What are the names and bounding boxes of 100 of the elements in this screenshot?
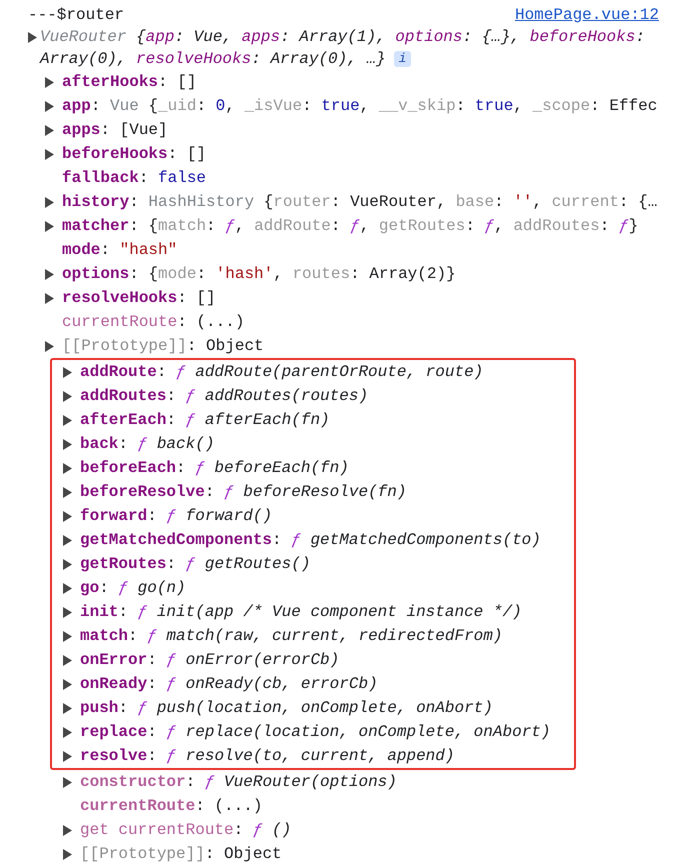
property-value: : ƒ VueRouter(options) [186,772,397,793]
property-value: : Object [204,844,282,865]
expand-arrow-icon[interactable] [45,268,54,280]
expand-arrow-icon[interactable] [45,148,54,160]
property-value: : [] [177,288,216,309]
expand-arrow-icon[interactable] [45,124,54,136]
expand-arrow-icon[interactable] [63,678,72,690]
property-name: addRoutes [80,386,166,407]
expand-arrow-icon[interactable] [63,776,72,788]
expand-arrow-icon[interactable] [63,630,72,642]
property-value: : ƒ match(raw, current, redirectedFrom) [128,626,502,647]
property-value: : ƒ resolve(to, current, append) [147,746,454,767]
property-value: : ƒ afterEach(fn) [166,410,330,431]
property-value: : ƒ beforeResolve(fn) [204,482,406,503]
property-value: : Object [186,336,264,357]
property-value: : ƒ go(n) [99,578,186,599]
expand-arrow-icon[interactable] [63,582,72,594]
property-name: init [80,602,118,623]
property-name: resolve [80,746,148,767]
expand-arrow-icon[interactable] [63,534,72,546]
property-value: : ƒ push(location, onComplete, onAbort) [118,698,493,719]
property-name: history [62,192,130,213]
expand-arrow-icon[interactable] [63,390,72,402]
expand-arrow-icon[interactable] [45,196,54,208]
property-name: afterHooks [62,72,158,93]
property-value: : ƒ getRoutes() [166,554,310,575]
property-name: apps [62,120,100,141]
property-value: : ƒ beforeEach(fn) [176,458,349,479]
property-name: getMatchedComponents [80,530,272,551]
property-value: : "hash" [100,240,178,261]
expand-arrow-icon[interactable] [63,726,72,738]
property-name: beforeEach [80,458,176,479]
property-name: mode [62,240,100,261]
property-value: : ƒ onError(errorCb) [147,650,340,671]
property-name: options [62,264,130,285]
property-value: : [] [158,72,196,93]
property-name: currentRoute [80,796,196,817]
source-link[interactable]: HomePage.vue:12 [514,3,659,27]
expand-arrow-icon[interactable] [63,510,72,522]
expand-arrow-icon[interactable] [63,366,72,378]
property-value: : [Vue] [100,120,168,141]
property-name: afterEach [80,410,166,431]
property-value: : ƒ forward() [147,506,272,527]
expand-arrow-icon[interactable] [45,76,54,88]
expand-arrow-icon[interactable] [63,848,72,860]
expand-arrow-icon[interactable] [63,654,72,666]
log-message: ---$router [28,5,124,26]
expand-arrow-icon[interactable] [63,414,72,426]
expand-arrow-icon[interactable] [63,702,72,714]
property-value: : {match: ƒ, addRoute: ƒ, getRoutes: ƒ, addRoutes: ƒ} [129,216,638,237]
expand-arrow-icon[interactable] [63,750,72,762]
property-name: replace [80,722,148,743]
property-name: matcher [62,216,130,237]
expand-arrow-icon[interactable] [63,824,72,836]
object-preview[interactable]: VueRouter {app: Vue, apps: Array(1), options: {…}, beforeHooks: [40,26,645,48]
property-value: : {mode: 'hash', routes: Array(2)} [129,264,456,285]
expand-arrow-icon[interactable] [45,100,54,112]
property-name: beforeHooks [62,144,168,165]
property-name: match [80,626,128,647]
property-value: : [] [168,144,206,165]
property-name: beforeResolve [80,482,205,503]
expand-arrow-icon[interactable] [63,486,72,498]
expand-arrow-icon[interactable] [28,32,37,43]
expand-arrow-icon[interactable] [63,558,72,570]
property-name: resolveHooks [62,288,178,309]
property-name: back [80,434,118,455]
info-badge[interactable]: i [394,51,412,67]
property-value: : (...) [195,796,262,817]
property-name: onReady [80,674,148,695]
property-value: : HashHistory {router: VueRouter, base: '', current: {… [129,192,658,213]
property-name: fallback [62,168,139,189]
property-value: : ƒ getMatchedComponents(to) [272,530,541,551]
property-value: : ƒ addRoutes(routes) [166,386,368,407]
expand-arrow-icon[interactable] [63,438,72,450]
property-value: : ƒ replace(location, onComplete, onAbort) [147,722,550,743]
property-name: constructor [80,772,186,793]
property-name: currentRoute [62,312,178,333]
property-value: : ƒ back() [118,434,214,455]
property-name: [[Prototype]] [80,844,205,865]
property-value: : false [138,168,206,189]
property-name: get currentRoute [80,820,234,841]
property-name: app [62,96,91,117]
property-value: : ƒ onReady(cb, errorCb) [147,674,378,695]
property-name: onError [80,650,148,671]
property-value: : ƒ addRoute(parentOrRoute, route) [156,362,484,383]
property-value: : (...) [177,312,244,333]
expand-arrow-icon[interactable] [63,606,72,618]
expand-arrow-icon[interactable] [45,220,54,232]
property-value: : ƒ () [234,820,292,841]
expand-arrow-icon[interactable] [63,462,72,474]
object-preview[interactable]: Array(0), resolveHooks: Array(0), …} [40,48,386,70]
expand-arrow-icon[interactable] [45,292,54,304]
property-value: : Vue {_uid: 0, _isVue: true, __v_skip: true, _scope: Effec [90,96,658,117]
property-name: [[Prototype]] [62,336,187,357]
property-name: getRoutes [80,554,166,575]
property-name: go [80,578,100,599]
property-name: forward [80,506,148,527]
property-value: : ƒ init(app /* Vue component instance */) [118,602,522,623]
expand-arrow-icon[interactable] [45,340,54,352]
property-name: addRoute [80,362,157,383]
